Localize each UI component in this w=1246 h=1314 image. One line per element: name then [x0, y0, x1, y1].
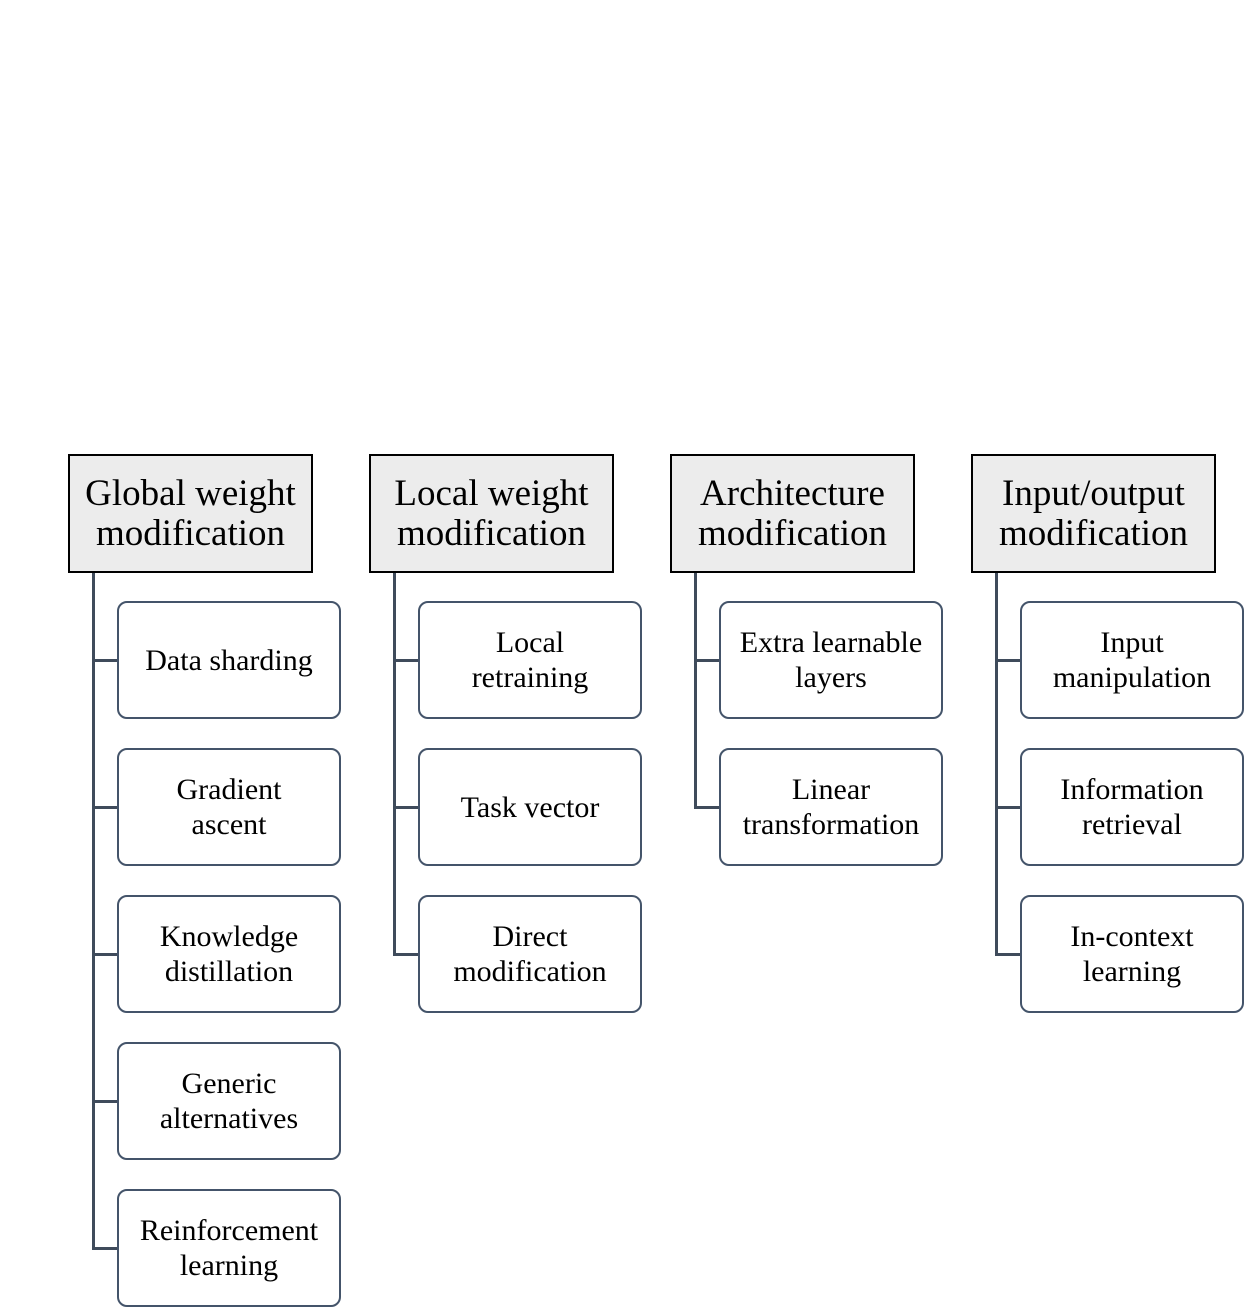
method-label-line: Local [495, 626, 565, 659]
connector-trunk-line [393, 573, 396, 956]
connector-branch-line [92, 806, 118, 809]
category-title-line: Architecture [700, 472, 885, 514]
category-header: Input/output modification [971, 454, 1216, 573]
method-label-line: transformation [742, 808, 920, 841]
connector-branch-line [694, 659, 720, 662]
method-label: Reinforcement learning [140, 1213, 318, 1283]
method-label-line: Task vector [460, 790, 600, 824]
method-label: Gradient ascent [177, 772, 282, 842]
category-title-line: modification [998, 512, 1189, 554]
method-label-line: ascent [191, 808, 267, 841]
method-node: Direct modification [418, 895, 642, 1013]
category-title-line: modification [396, 512, 587, 554]
method-label: Extra learnable layers [740, 625, 922, 695]
method-label: Input manipulation [1053, 625, 1211, 695]
method-label-line: layers [795, 661, 867, 694]
category-title-line: modification [697, 512, 888, 554]
method-node: In-context learning [1020, 895, 1244, 1013]
connector-branch-line [995, 659, 1021, 662]
connector-branch-line [995, 953, 1021, 956]
category-title: Architecture modification [697, 472, 888, 554]
connector-trunk-line [92, 573, 95, 1250]
method-label-line: Direct [492, 920, 568, 953]
method-node: Input manipulation [1020, 601, 1244, 719]
category-title-line: Global weight [85, 472, 296, 514]
method-label-line: retrieval [1082, 808, 1182, 841]
connector-trunk-line [995, 573, 998, 956]
category-title-line: modification [95, 512, 286, 554]
method-label-line: alternatives [159, 1102, 299, 1135]
method-node: Knowledge distillation [117, 895, 341, 1013]
method-node: Extra learnable layers [719, 601, 943, 719]
category-title: Global weight modification [85, 472, 296, 554]
method-label-line: Knowledge [159, 920, 299, 953]
method-label-line: modification [453, 955, 607, 988]
method-label: Direct modification [453, 919, 606, 989]
method-label-line: learning [1082, 955, 1182, 988]
connector-branch-line [393, 659, 419, 662]
method-label-line: Information [1060, 773, 1204, 806]
method-label: Generic alternatives [160, 1066, 298, 1136]
method-label: Knowledge distillation [160, 919, 298, 989]
method-label: Data sharding [145, 643, 312, 678]
method-label-line: In-context [1070, 920, 1194, 953]
method-node: Data sharding [117, 601, 341, 719]
connector-branch-line [92, 953, 118, 956]
category-input-output-modification: Input/output modification Input manipulatio… [971, 454, 1246, 1314]
method-label-line: Input [1100, 626, 1164, 659]
method-label-line: Reinforcement [139, 1214, 319, 1247]
method-node: Generic alternatives [117, 1042, 341, 1160]
connector-branch-line [92, 1247, 118, 1250]
method-label: Information retrieval [1060, 772, 1203, 842]
method-node: Information retrieval [1020, 748, 1244, 866]
method-label: In-context learning [1070, 919, 1193, 989]
method-label-line: Linear [791, 773, 871, 806]
category-local-weight-modification: Local weight modification Local retraining T… [369, 454, 649, 1314]
method-label: Local retraining [472, 625, 589, 695]
category-header: Global weight modification [68, 454, 313, 573]
category-header: Local weight modification [369, 454, 614, 573]
method-label-line: Data sharding [145, 643, 313, 677]
category-title: Input/output modification [998, 472, 1189, 554]
category-architecture-modification: Architecture modification Extra learnable l… [670, 454, 950, 1314]
connector-branch-line [92, 1100, 118, 1103]
method-node: Linear transformation [719, 748, 943, 866]
connector-branch-line [92, 659, 118, 662]
method-label-line: Generic [181, 1067, 277, 1100]
method-node: Reinforcement learning [117, 1189, 341, 1307]
method-label-line: retraining [471, 661, 589, 694]
method-node: Gradient ascent [117, 748, 341, 866]
method-label-line: manipulation [1052, 661, 1212, 694]
method-label-line: Gradient [176, 773, 282, 806]
method-label-line: Extra learnable [739, 626, 923, 659]
connector-trunk-line [694, 573, 697, 809]
category-title: Local weight modification [394, 472, 589, 554]
category-global-weight-modification: Global weight modification Data sharding Gr… [68, 454, 348, 1314]
connector-branch-line [393, 806, 419, 809]
category-title-line: Local weight [394, 472, 589, 514]
connector-branch-line [694, 806, 720, 809]
method-node: Local retraining [418, 601, 642, 719]
method-node: Task vector [418, 748, 642, 866]
method-label: Linear transformation [743, 772, 920, 842]
method-label-line: learning [179, 1249, 279, 1282]
method-label-line: distillation [164, 955, 294, 988]
connector-branch-line [995, 806, 1021, 809]
connector-branch-line [393, 953, 419, 956]
method-label: Task vector [461, 790, 600, 825]
category-title-line: Input/output [1002, 472, 1185, 514]
category-header: Architecture modification [670, 454, 915, 573]
